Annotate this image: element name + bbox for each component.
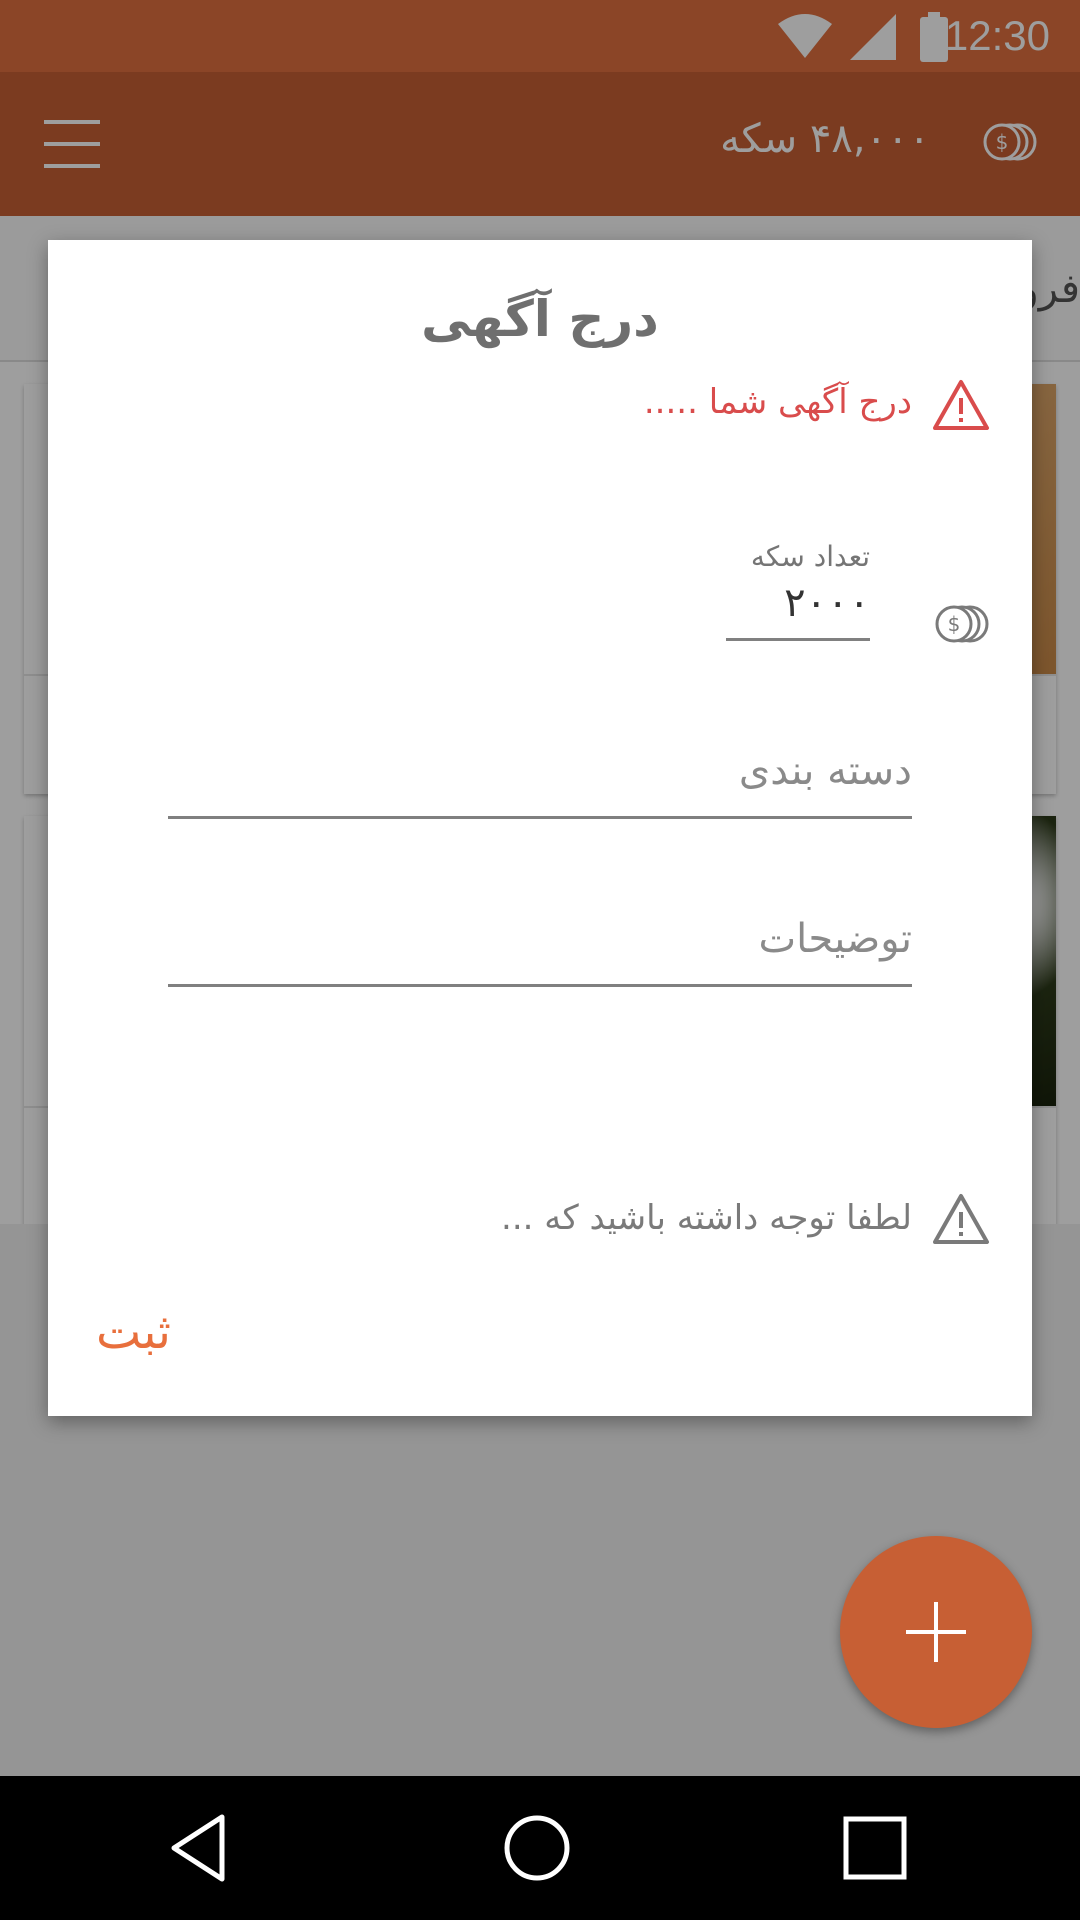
alert-message: درج آگهی شما ..... bbox=[390, 378, 990, 438]
add-ad-button[interactable] bbox=[840, 1536, 1032, 1728]
note-text: لطفا توجه داشته باشید که ... bbox=[501, 1198, 912, 1238]
description-placeholder: توضیحات bbox=[758, 916, 913, 962]
description-field[interactable]: توضیحات bbox=[168, 912, 912, 987]
dialog-title: درج آگهی bbox=[421, 290, 659, 348]
category-field[interactable]: دسته بندی bbox=[168, 744, 912, 819]
coin-count-input[interactable]: ۲۰۰۰ bbox=[726, 580, 870, 641]
home-icon[interactable] bbox=[502, 1813, 572, 1883]
post-ad-dialog: درج آگهی درج آگهی شما ..... $ تعداد سکه … bbox=[48, 240, 1032, 1416]
plus-icon bbox=[906, 1602, 966, 1662]
coin-count-field[interactable]: $ تعداد سکه ۲۰۰۰ bbox=[726, 540, 990, 650]
coin-count-label: تعداد سکه bbox=[750, 540, 870, 573]
category-placeholder: دسته بندی bbox=[738, 748, 912, 794]
warning-icon bbox=[933, 1194, 989, 1244]
svg-text:$: $ bbox=[948, 612, 961, 636]
screen: 12:30 ۴۸,۰۰۰ سکه $ فرو درج آگهی درج آگهی… bbox=[0, 0, 1080, 1920]
note-message: لطفا توجه داشته باشید که ... bbox=[290, 1192, 990, 1252]
warning-icon bbox=[933, 380, 989, 430]
submit-button[interactable]: ثبت bbox=[96, 1304, 171, 1360]
alert-text: درج آگهی شما ..... bbox=[643, 382, 912, 422]
back-icon[interactable] bbox=[168, 1813, 228, 1883]
recents-icon[interactable] bbox=[842, 1815, 908, 1881]
navigation-bar bbox=[0, 1776, 1080, 1920]
coins-icon: $ bbox=[935, 605, 989, 643]
